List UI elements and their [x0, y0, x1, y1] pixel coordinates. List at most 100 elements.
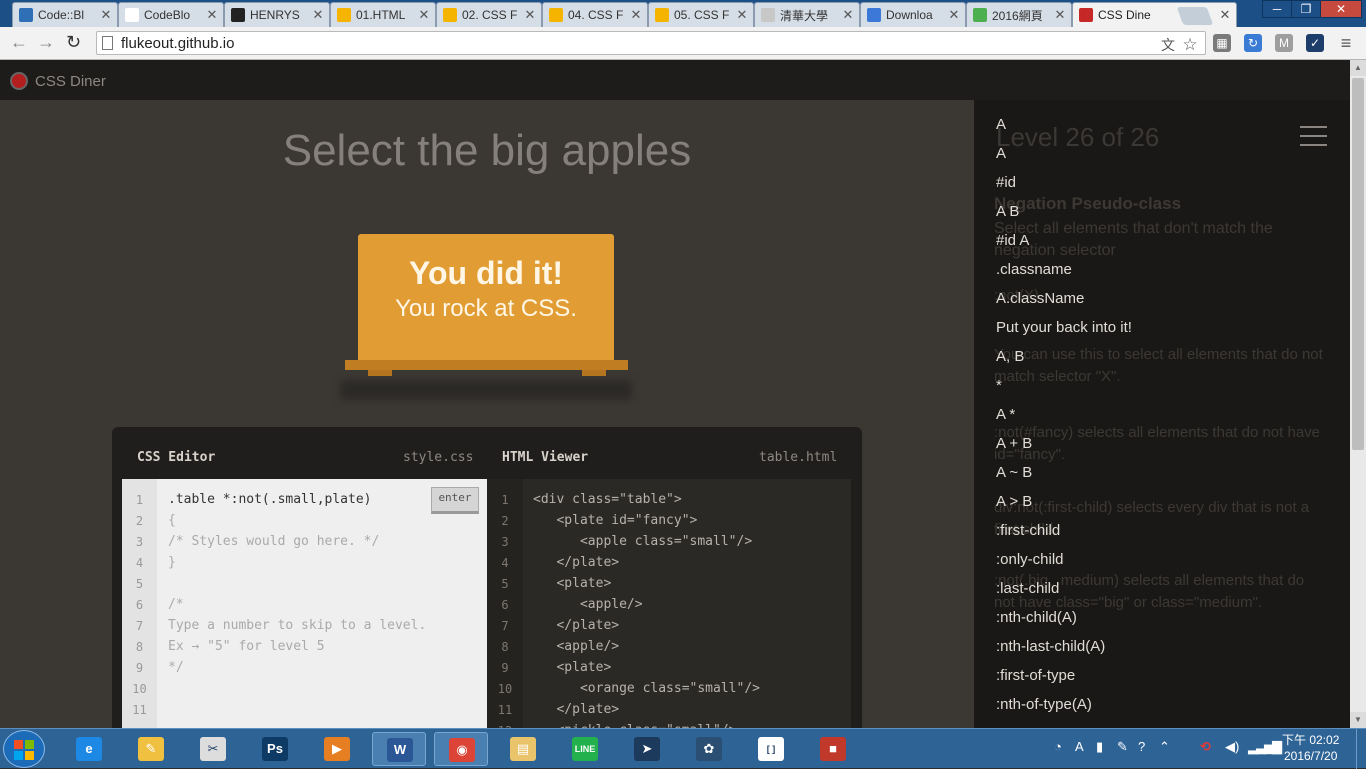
photoshop-taskbar-button[interactable]: Ps: [248, 732, 302, 766]
antivirus-tray-icon[interactable]: ⟲: [1200, 739, 1211, 755]
html-code-line[interactable]: <div class="table">: [533, 492, 682, 507]
translate-icon[interactable]: 文: [1159, 37, 1177, 53]
selector-list-item[interactable]: A + B: [996, 435, 1032, 452]
browser-tab[interactable]: 2016網頁 ✕: [966, 2, 1072, 27]
bracket-app-taskbar-button[interactable]: [ ]: [744, 732, 798, 766]
html-code-line[interactable]: </plate>: [533, 702, 619, 717]
enter-button[interactable]: enter: [431, 487, 479, 514]
selector-list-item[interactable]: :only-child: [996, 551, 1064, 568]
html-code-line[interactable]: <plate>: [533, 660, 611, 675]
selector-list-item[interactable]: :nth-child(A): [996, 609, 1077, 626]
level-menu-icon[interactable]: [1300, 126, 1327, 128]
forward-button[interactable]: →: [37, 32, 55, 53]
css-code-line[interactable]: .table *:not(.small,plate): [168, 492, 372, 507]
color-app-taskbar-button[interactable]: ■: [806, 732, 860, 766]
selector-list-item[interactable]: *: [996, 377, 1002, 394]
html-code-line[interactable]: <plate id="fancy">: [533, 513, 697, 528]
extension-grid-icon[interactable]: ▦: [1213, 34, 1231, 52]
browser-tab[interactable]: HENRYS ✕: [224, 2, 330, 27]
tab-close-icon[interactable]: ✕: [1218, 7, 1232, 23]
selector-list-item[interactable]: A *: [996, 406, 1015, 423]
browser-tab[interactable]: 05. CSS F ✕: [648, 2, 754, 27]
browser-tab[interactable]: Code::Bl ✕: [12, 2, 118, 27]
html-code-line[interactable]: <apple class="small"/>: [533, 534, 752, 549]
extension-refresh-icon[interactable]: ↻: [1244, 34, 1262, 52]
tray-icon[interactable]: ✎: [1117, 739, 1128, 755]
tab-close-icon[interactable]: ✕: [205, 7, 219, 23]
extension-check-icon[interactable]: ✓: [1306, 34, 1324, 52]
selector-list-item[interactable]: :first-child: [996, 522, 1060, 539]
selector-list-item[interactable]: .classname: [996, 261, 1072, 278]
tab-close-icon[interactable]: ✕: [841, 7, 855, 23]
browser-tab[interactable]: CodeBlo ✕: [118, 2, 224, 27]
level-menu-icon[interactable]: [1300, 144, 1327, 146]
tab-close-icon[interactable]: ✕: [311, 7, 325, 23]
tab-close-icon[interactable]: ✕: [629, 7, 643, 23]
start-button[interactable]: [3, 730, 45, 768]
url-text[interactable]: flukeout.github.io: [121, 35, 234, 52]
paint-taskbar-button[interactable]: ✎: [124, 732, 178, 766]
browser-tab[interactable]: 04. CSS F ✕: [542, 2, 648, 27]
selector-list-item[interactable]: :last-child: [996, 580, 1059, 597]
selector-list-item[interactable]: A B: [996, 203, 1019, 220]
tab-close-icon[interactable]: ✕: [735, 7, 749, 23]
close-window-button[interactable]: ✕: [1320, 0, 1362, 18]
browser-tab[interactable]: 清華大學 ✕: [754, 2, 860, 27]
scroll-down-icon[interactable]: ▼: [1350, 712, 1366, 728]
show-desktop-button[interactable]: [1356, 729, 1366, 769]
tray-icon[interactable]: ◔: [1054, 739, 1062, 754]
browser-tab[interactable]: Downloa ✕: [860, 2, 966, 27]
selector-list-item[interactable]: Put your back into it!: [996, 319, 1132, 336]
selector-list-item[interactable]: #id A: [996, 232, 1029, 249]
html-code-line[interactable]: <plate>: [533, 576, 611, 591]
selector-list-item[interactable]: A ~ B: [996, 464, 1032, 481]
line-taskbar-button[interactable]: LINE: [558, 732, 612, 766]
html-viewer[interactable]: 1 <div class="table"> 2 <plate id="fancy">…: [487, 479, 851, 728]
snipping-tool-taskbar-button[interactable]: ✂: [186, 732, 240, 766]
selector-list-item[interactable]: :nth-last-child(A): [996, 638, 1105, 655]
selector-list-item[interactable]: A, B: [996, 348, 1024, 365]
menu-icon[interactable]: ≡: [1337, 34, 1355, 52]
tray-icon[interactable]: ⌃: [1159, 739, 1170, 755]
word-taskbar-button[interactable]: W: [372, 732, 426, 766]
tray-icon[interactable]: ▮: [1096, 739, 1103, 755]
internet-explorer-taskbar-button[interactable]: e: [62, 732, 116, 766]
network-icon[interactable]: ▂▃▅▇: [1248, 739, 1282, 755]
logo-text[interactable]: CSS Diner: [35, 73, 106, 90]
selector-list-item[interactable]: :first-of-type: [996, 667, 1075, 684]
star-icon[interactable]: ☆: [1181, 36, 1199, 53]
chrome-taskbar-button[interactable]: ◉: [434, 732, 488, 766]
browser-tab[interactable]: 02. CSS F ✕: [436, 2, 542, 27]
tab-close-icon[interactable]: ✕: [947, 7, 961, 23]
scroll-up-icon[interactable]: ▲: [1350, 60, 1366, 76]
maximize-button[interactable]: ❐: [1291, 0, 1321, 18]
level-menu-icon[interactable]: [1300, 135, 1327, 137]
browser-tab[interactable]: 01.HTML ✕: [330, 2, 436, 27]
back-button[interactable]: ←: [10, 32, 28, 53]
minimize-button[interactable]: ─: [1262, 0, 1292, 18]
media-player-taskbar-button[interactable]: ▶: [310, 732, 364, 766]
tab-close-icon[interactable]: ✕: [99, 7, 113, 23]
extension-m-icon[interactable]: M: [1275, 34, 1293, 52]
html-code-line[interactable]: </plate>: [533, 618, 619, 633]
system-clock[interactable]: 下午 02:02 2016/7/20: [1282, 732, 1339, 764]
compass-taskbar-button[interactable]: ➤: [620, 732, 674, 766]
selector-list-item[interactable]: A: [996, 145, 1006, 162]
selector-list-item[interactable]: A.className: [996, 290, 1084, 307]
selector-list-item[interactable]: #id: [996, 174, 1016, 191]
new-tab-button[interactable]: [1176, 7, 1214, 25]
html-code-line[interactable]: <apple/>: [533, 597, 643, 612]
html-code-line[interactable]: </plate>: [533, 555, 619, 570]
scroll-thumb[interactable]: [1352, 78, 1364, 450]
reload-button[interactable]: ↻: [66, 32, 81, 53]
tab-close-icon[interactable]: ✕: [523, 7, 537, 23]
tree-app-taskbar-button[interactable]: ✿: [682, 732, 736, 766]
selector-list-item[interactable]: A > B: [996, 493, 1032, 510]
file-explorer-taskbar-button[interactable]: ▤: [496, 732, 550, 766]
html-code-line[interactable]: <apple/>: [533, 639, 619, 654]
html-code-line[interactable]: <orange class="small"/>: [533, 681, 760, 696]
tray-icon[interactable]: ?: [1138, 739, 1145, 754]
volume-icon[interactable]: ◀): [1225, 739, 1239, 755]
tab-close-icon[interactable]: ✕: [1053, 7, 1067, 23]
address-bar[interactable]: flukeout.github.io 文 ☆: [96, 31, 1206, 55]
